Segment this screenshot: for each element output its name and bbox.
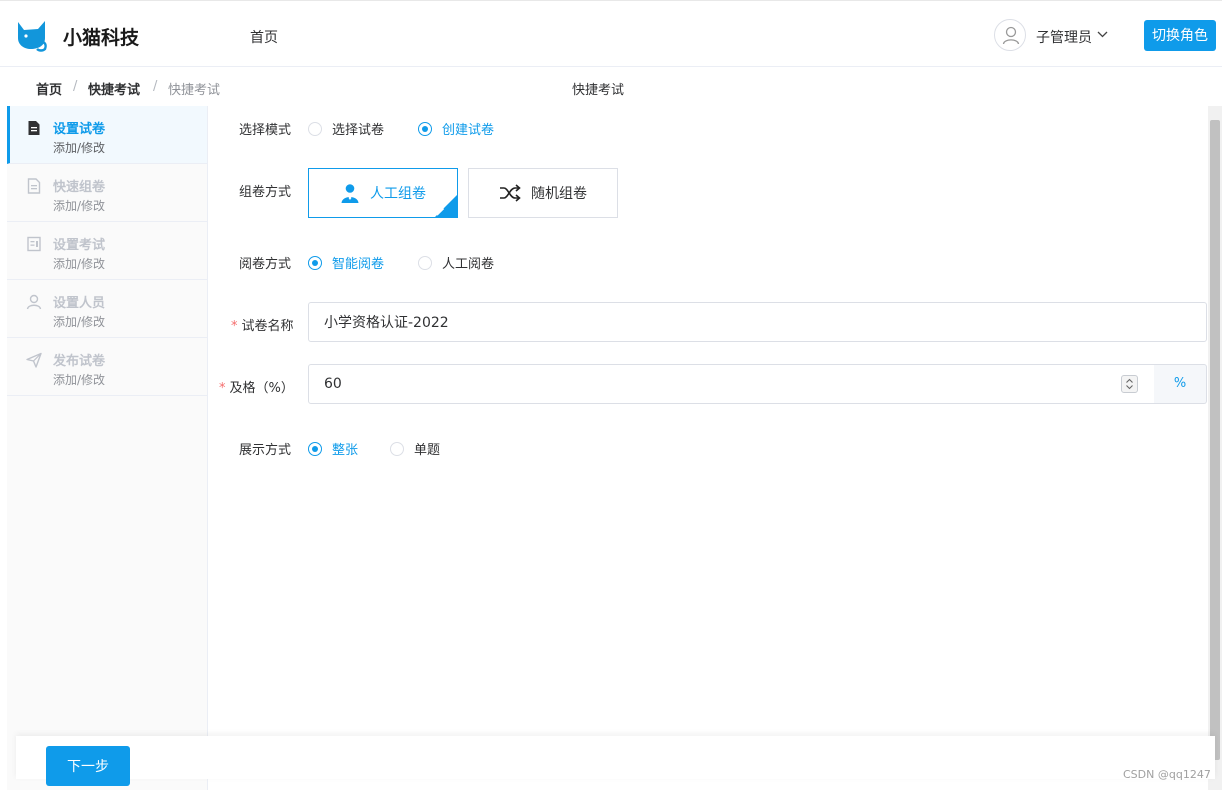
radio-create-paper[interactable]: 创建试卷 <box>418 119 494 138</box>
next-step-button[interactable]: 下一步 <box>46 746 130 786</box>
cat-logo-icon[interactable] <box>14 18 50 52</box>
user-avatar-icon <box>1002 26 1020 45</box>
card-label: 人工组卷 <box>370 186 426 202</box>
display-label: 展示方式 <box>239 443 292 458</box>
footer-bar <box>16 736 1215 779</box>
step-set-paper[interactable]: 设置试卷 添加/修改 <box>7 106 207 164</box>
step-title: 快速组卷 <box>53 180 106 195</box>
paper-name-label-text: 试卷名称 <box>241 319 294 334</box>
watermark-text: CSDN @qq1247 <box>1123 768 1211 781</box>
user-avatar[interactable] <box>994 19 1026 51</box>
paper-name-input[interactable] <box>308 302 1207 342</box>
page-title: 快捷考试 <box>572 83 625 98</box>
step-set-people[interactable]: 设置人员 添加/修改 <box>7 280 207 338</box>
radio-text: 人工阅卷 <box>442 257 495 272</box>
step-publish-paper[interactable]: 发布试卷 添加/修改 <box>7 338 207 396</box>
checkmark-icon <box>433 207 445 216</box>
radio-circle[interactable] <box>308 121 322 136</box>
radio-text: 整张 <box>332 443 359 458</box>
pass-rate-label-text: 及格（%） <box>229 381 294 396</box>
manual-compose-card[interactable]: 人工组卷 <box>308 168 458 218</box>
spinner-arrows-icon <box>1126 378 1133 390</box>
breadcrumb-current: 快捷考试 <box>168 83 221 98</box>
step-subtitle: 添加/修改 <box>53 373 106 387</box>
chevron-down-icon[interactable] <box>1097 29 1108 39</box>
radio-circle[interactable] <box>308 255 322 270</box>
radio-text: 智能阅卷 <box>332 257 385 272</box>
radio-text: 创建试卷 <box>442 123 495 138</box>
radio-whole-paper[interactable]: 整张 <box>308 439 358 458</box>
pass-rate-input[interactable] <box>308 364 1155 404</box>
radio-manual-grading[interactable]: 人工阅卷 <box>418 253 494 272</box>
top-header: 小猫科技 首页 子管理员 切换角色 <box>0 0 1222 67</box>
step-subtitle: 添加/修改 <box>53 199 106 213</box>
file-list-icon <box>27 178 41 194</box>
step-title: 发布试卷 <box>53 354 106 369</box>
breadcrumb-home[interactable]: 首页 <box>36 79 62 98</box>
scrollbar-thumb[interactable] <box>1210 120 1220 760</box>
radio-select-paper[interactable]: 选择试卷 <box>308 119 384 138</box>
radio-text: 选择试卷 <box>332 123 385 138</box>
step-subtitle: 添加/修改 <box>53 141 106 155</box>
card-label: 随机组卷 <box>531 186 587 202</box>
mode-label: 选择模式 <box>239 123 292 138</box>
step-set-exam[interactable]: 设置考试 添加/修改 <box>7 222 207 280</box>
document-icon <box>28 121 40 135</box>
teacher-person-icon <box>341 184 359 203</box>
radio-circle[interactable] <box>418 255 432 270</box>
compose-label: 组卷方式 <box>239 185 292 200</box>
radio-circle[interactable] <box>308 441 322 456</box>
step-title: 设置考试 <box>53 238 106 253</box>
pass-rate-label: * 及格（%） <box>219 377 294 396</box>
paper-name-label: * 试卷名称 <box>231 315 294 334</box>
random-compose-card[interactable]: 随机组卷 <box>468 168 618 218</box>
step-title: 设置人员 <box>53 296 106 311</box>
nav-home-link[interactable]: 首页 <box>250 27 278 47</box>
radio-circle[interactable] <box>390 441 404 456</box>
grading-label: 阅卷方式 <box>239 257 292 272</box>
radio-text: 单题 <box>414 443 441 458</box>
radio-circle[interactable] <box>418 121 432 136</box>
required-asterisk: * <box>219 381 226 396</box>
shuffle-icon <box>500 184 521 202</box>
brand-name: 小猫科技 <box>63 27 140 49</box>
radio-single-question[interactable]: 单题 <box>390 439 440 458</box>
user-icon <box>26 294 42 310</box>
exam-form-icon <box>27 236 41 252</box>
switch-role-button[interactable]: 切换角色 <box>1144 20 1216 51</box>
step-title: 设置试卷 <box>53 122 106 137</box>
breadcrumb-separator: / <box>73 79 78 94</box>
breadcrumb: 首页 / 快捷考试 / 快捷考试 快捷考试 <box>0 67 1222 106</box>
step-quick-compose[interactable]: 快速组卷 添加/修改 <box>7 164 207 222</box>
send-icon <box>26 352 42 368</box>
user-name-dropdown[interactable]: 子管理员 <box>1036 27 1092 47</box>
breadcrumb-quick-exam[interactable]: 快捷考试 <box>88 79 140 98</box>
percent-suffix: % <box>1154 364 1207 404</box>
breadcrumb-separator: / <box>153 79 158 94</box>
step-subtitle: 添加/修改 <box>53 315 106 329</box>
step-sidebar: 设置试卷 添加/修改 快速组卷 添加/修改 设置考试 添加/修改 设置人员 添加… <box>7 106 208 790</box>
number-spinner[interactable] <box>1121 375 1138 393</box>
radio-smart-grading[interactable]: 智能阅卷 <box>308 253 384 272</box>
required-asterisk: * <box>231 319 238 334</box>
step-subtitle: 添加/修改 <box>53 257 106 271</box>
